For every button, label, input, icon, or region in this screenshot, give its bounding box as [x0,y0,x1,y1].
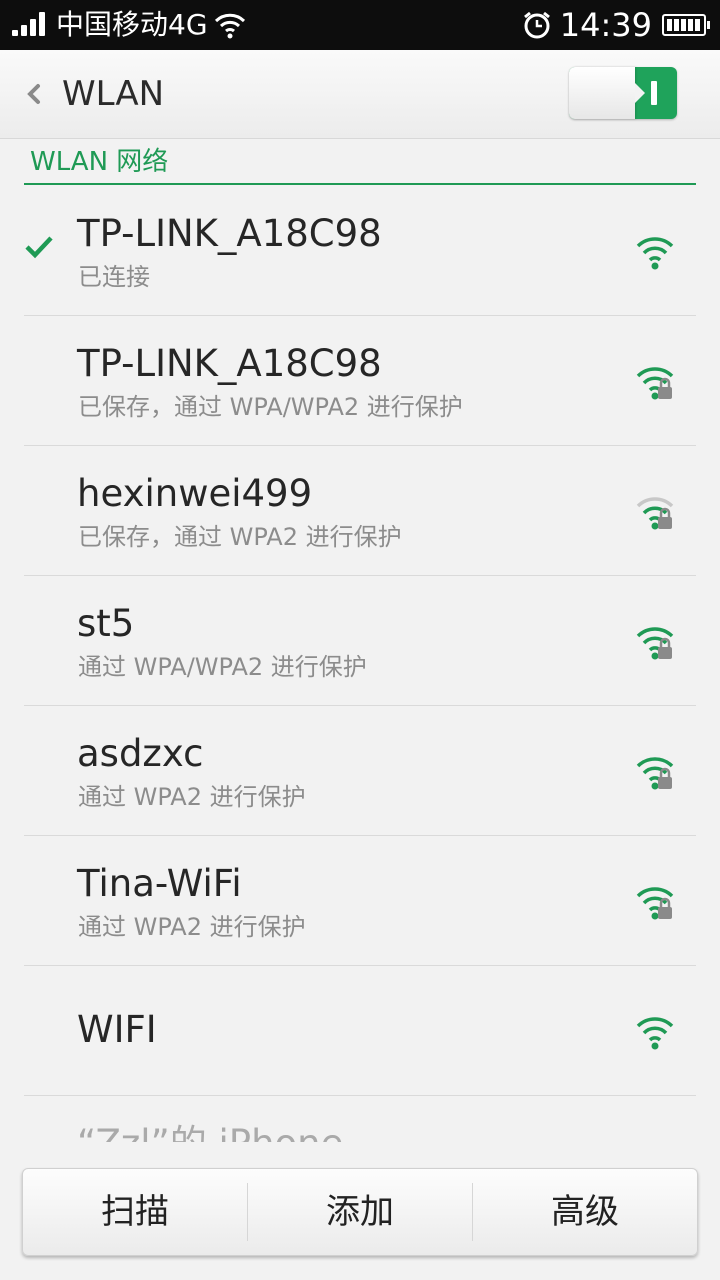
network-ssid: st5 [77,602,135,645]
battery-icon [662,14,710,36]
network-item[interactable]: WIFI [0,966,720,1096]
wifi-secured-icon [636,887,674,920]
section-divider [24,183,696,185]
scan-button[interactable]: 扫描 [23,1169,247,1255]
network-item[interactable]: st5 通过 WPA/WPA2 进行保护 [0,576,720,706]
clock: 14:39 [559,6,652,44]
wifi-secured-icon [636,367,674,400]
network-status: 已保存，通过 WPA2 进行保护 [78,523,402,551]
network-status: 已保存，通过 WPA/WPA2 进行保护 [78,393,463,421]
toggle-knob [569,67,645,119]
network-item[interactable]: asdzxc 通过 WPA2 进行保护 [0,706,720,836]
add-button[interactable]: 添加 [248,1169,472,1255]
network-item[interactable]: “Zzl”的 iPhone [0,1096,720,1142]
network-ssid: asdzxc [77,732,204,775]
wifi-signal-icon [636,237,674,270]
status-bar: 中国移动4G 14:39 [0,0,720,50]
network-list[interactable]: TP-LINK_A18C98 已连接 TP-LINK_A18C98 已保存，通过… [0,186,720,1142]
bottom-action-bar: 扫描 添加 高级 [22,1168,698,1256]
network-ssid: TP-LINK_A18C98 [77,212,382,255]
wifi-secured-icon [636,757,674,790]
wifi-secured-icon [636,627,674,660]
network-item[interactable]: TP-LINK_A18C98 已保存，通过 WPA/WPA2 进行保护 [0,316,720,446]
wifi-weak-secured-icon [636,497,674,530]
network-status: 通过 WPA/WPA2 进行保护 [78,653,367,681]
page-title: WLAN [62,74,165,114]
wifi-signal-icon [636,1017,674,1050]
network-status: 已连接 [78,263,150,291]
section-title: WLAN 网络 [30,147,169,177]
signal-icon [12,12,46,38]
network-ssid: Tina-WiFi [77,862,242,905]
network-item[interactable]: Tina-WiFi 通过 WPA2 进行保护 [0,836,720,966]
carrier-label: 中国移动4G [56,8,208,41]
network-ssid: WIFI [77,1008,157,1051]
toggle-on-indicator [651,81,657,105]
app-header: WLAN [0,50,720,139]
alarm-icon [523,11,550,39]
network-status: 通过 WPA2 进行保护 [78,913,306,941]
network-item[interactable]: hexinwei499 已保存，通过 WPA2 进行保护 [0,446,720,576]
network-ssid: hexinwei499 [77,472,313,515]
checkmark-icon [25,236,53,259]
wifi-icon [214,13,245,39]
network-item-connected[interactable]: TP-LINK_A18C98 已连接 [0,186,720,316]
network-ssid: TP-LINK_A18C98 [77,342,382,385]
advanced-button[interactable]: 高级 [473,1169,697,1255]
wlan-toggle[interactable] [569,67,677,119]
network-ssid: “Zzl”的 iPhone [77,1122,343,1142]
chevron-left-icon[interactable] [20,78,48,110]
network-status: 通过 WPA2 进行保护 [78,783,306,811]
